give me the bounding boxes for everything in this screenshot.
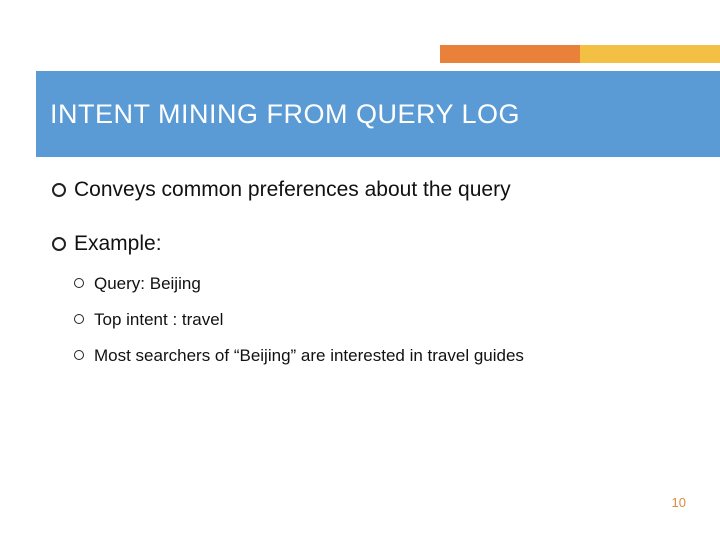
bullet-level2: Most searchers of “Beijing” are interest… [74,346,680,366]
slide: INTENT MINING FROM QUERY LOG Conveys com… [0,0,720,540]
bullet-text: Example: [74,232,162,256]
bullet-level1: Example: [52,232,680,256]
bullet-open-circle-icon [74,314,84,324]
slide-body: Conveys common preferences about the que… [52,178,680,382]
bullet-text: Conveys common preferences about the que… [74,178,511,202]
title-bar: INTENT MINING FROM QUERY LOG [36,71,720,157]
bullet-open-circle-icon [74,278,84,288]
bullet-text: Query: Beijing [94,274,201,294]
bullet-level2: Query: Beijing [74,274,680,294]
bullet-level2: Top intent : travel [74,310,680,330]
accent-orange [440,45,580,63]
bullet-open-circle-icon [52,237,66,251]
accent-bar [36,45,720,63]
accent-spacer [36,45,440,63]
bullet-text: Top intent : travel [94,310,223,330]
accent-yellow [580,45,720,63]
bullet-level1: Conveys common preferences about the que… [52,178,680,202]
page-number: 10 [672,495,686,510]
bullet-open-circle-icon [52,183,66,197]
bullet-text: Most searchers of “Beijing” are interest… [94,346,524,366]
bullet-open-circle-icon [74,350,84,360]
slide-title: INTENT MINING FROM QUERY LOG [50,99,520,130]
